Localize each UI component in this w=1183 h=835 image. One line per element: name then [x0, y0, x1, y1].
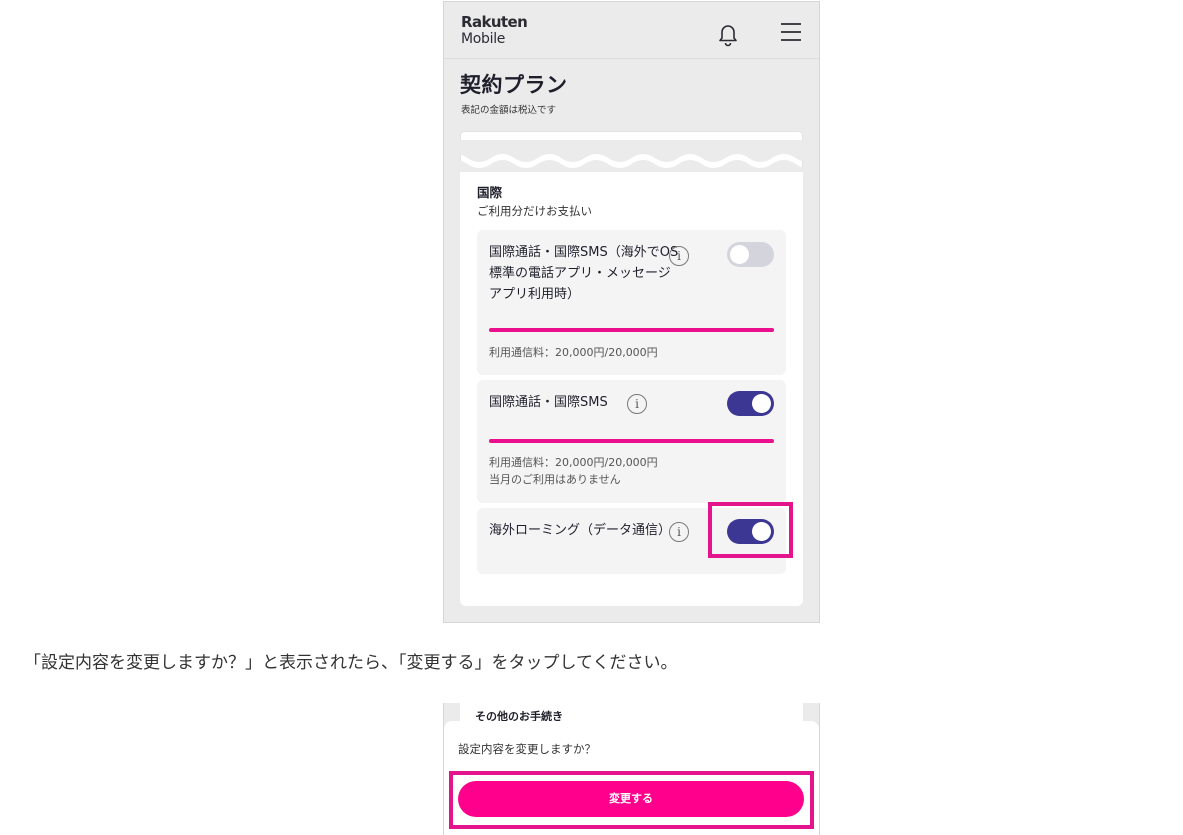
- logo-product: Mobile: [461, 31, 506, 47]
- page-title: 契約プラン: [460, 73, 568, 97]
- rakuten-mobile-logo[interactable]: Rakuten Mobile: [461, 13, 528, 47]
- option-label: 国際通話・国際SMS（海外でOS標準の電話アプリ・メッセージアプリ利用時）: [489, 245, 679, 302]
- instruction-text: 「設定内容を変更しますか？」と表示されたら、「変更する」をタップしてください。: [24, 653, 678, 673]
- toggle-intl-call-sms[interactable]: [727, 391, 774, 416]
- torn-edge-divider: [444, 140, 819, 174]
- option-label: 海外ローミング（データ通信）: [489, 523, 672, 538]
- usage-line: 利用通信料：20,000円/20,000円: [489, 456, 658, 469]
- toggle-intl-call-sms-os[interactable]: [727, 242, 774, 267]
- info-icon[interactable]: i: [669, 246, 689, 266]
- toggle-knob: [730, 245, 749, 264]
- usage-bar: [489, 328, 774, 332]
- section-title: 国際: [477, 185, 503, 200]
- option-intl-call-sms-os: 国際通話・国際SMS（海外でOS標準の電話アプリ・メッセージアプリ利用時） i …: [477, 230, 786, 375]
- option-label: 国際通話・国際SMS: [489, 395, 608, 410]
- toggle-knob: [752, 394, 771, 413]
- section-subtitle: ご利用分だけお支払い: [477, 204, 592, 218]
- logo-brand: Rakuten: [461, 13, 528, 31]
- info-icon[interactable]: i: [627, 394, 647, 414]
- usage-status: 当月のご利用はありません: [489, 473, 621, 486]
- page-subtitle: 表記の金額は税込です: [461, 105, 557, 116]
- app-header: Rakuten Mobile: [444, 2, 819, 59]
- usage-text: 利用通信料：20,000円/20,000円 当月のご利用はありません: [489, 454, 658, 488]
- highlight-box-button: [449, 771, 814, 829]
- bell-icon[interactable]: [716, 21, 740, 47]
- option-intl-call-sms: 国際通話・国際SMS i 利用通信料：20,000円/20,000円 当月のご利…: [477, 380, 786, 503]
- info-icon[interactable]: i: [669, 522, 689, 542]
- menu-icon[interactable]: [779, 21, 803, 43]
- usage-text: 利用通信料：20,000円/20,000円: [489, 344, 658, 361]
- usage-line: 利用通信料：20,000円/20,000円: [489, 346, 658, 359]
- usage-bar: [489, 439, 774, 443]
- confirm-question: 設定内容を変更しますか？: [458, 742, 596, 756]
- highlight-box-toggle: [708, 502, 793, 558]
